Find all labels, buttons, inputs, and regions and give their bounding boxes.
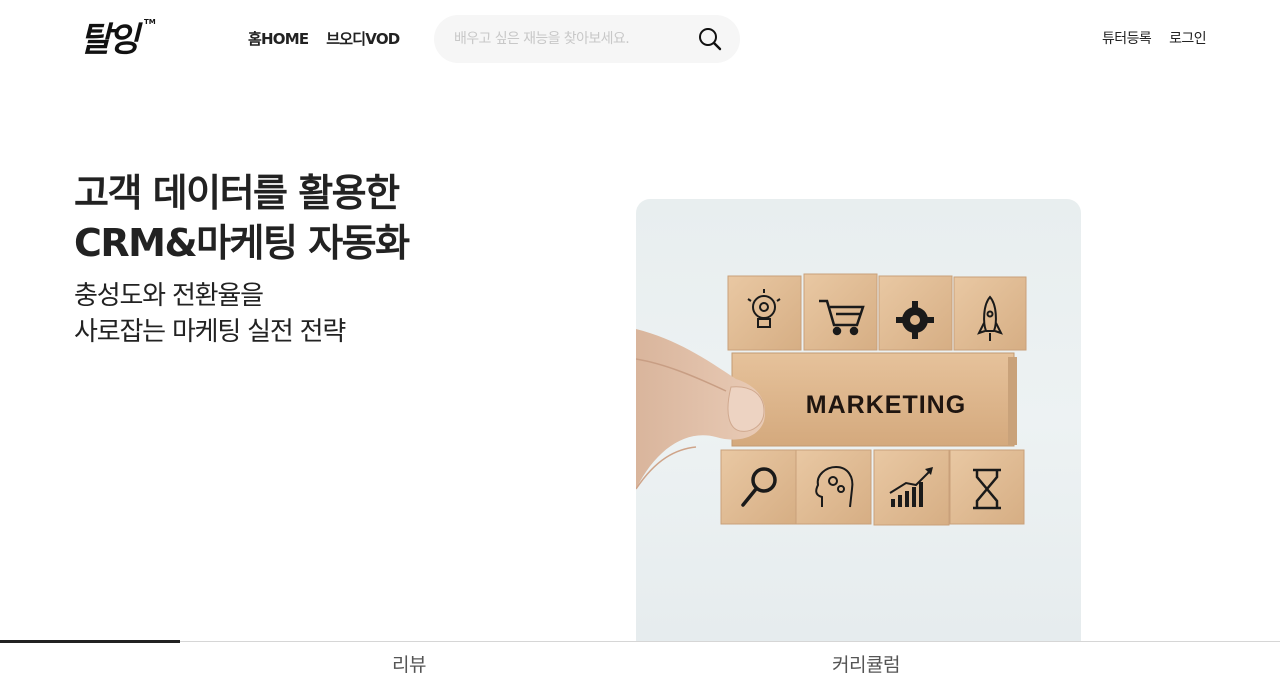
main-nav: 홈HOME 브오디VOD	[248, 28, 400, 50]
hero-title-line1: 고객 데이터를 활용한	[74, 171, 400, 215]
nav-vod[interactable]: 브오디VOD	[326, 28, 400, 50]
hero-title: 고객 데이터를 활용한 CRM&마케팅 자동화	[74, 168, 554, 268]
bottom-row-blocks	[720, 449, 1025, 526]
top-row-blocks	[727, 273, 1027, 351]
tab-review[interactable]: 리뷰	[392, 650, 426, 677]
header: 탈잉 TM 홈HOME 브오디VOD 튜터등록 로그인	[0, 0, 1280, 80]
nav-home[interactable]: 홈HOME	[248, 28, 309, 50]
login-link[interactable]: 로그인	[1169, 28, 1206, 50]
logo-trademark: TM	[144, 18, 156, 26]
marketing-blocks-illustration: MARKETING	[636, 273, 1027, 526]
active-tab-indicator	[0, 640, 180, 643]
user-links: 튜터등록 로그인	[1102, 28, 1207, 50]
hero-subtitle-line2: 사로잡는 마케팅 실전 전략	[74, 317, 346, 347]
tutor-register-link[interactable]: 튜터등록	[1102, 28, 1152, 50]
marketing-block-text: MARKETING	[806, 391, 966, 419]
search-icon[interactable]	[698, 27, 722, 51]
hero-subtitle-line1: 충성도와 전환율을	[74, 281, 264, 311]
search-input[interactable]	[454, 31, 694, 47]
hero-title-line2: CRM&마케팅 자동화	[74, 221, 410, 265]
logo-text: 탈잉	[80, 20, 140, 60]
marketing-block: MARKETING	[731, 352, 1017, 447]
hero-subtitle: 충성도와 전환율을 사로잡는 마케팅 실전 전략	[74, 278, 346, 350]
search-bar	[434, 15, 740, 63]
hero-image: MARKETING	[636, 199, 1081, 641]
content-tabs: 리뷰 커리큘럼	[0, 640, 1280, 680]
tab-curriculum[interactable]: 커리큘럼	[832, 650, 900, 677]
logo[interactable]: 탈잉 TM	[80, 16, 156, 64]
